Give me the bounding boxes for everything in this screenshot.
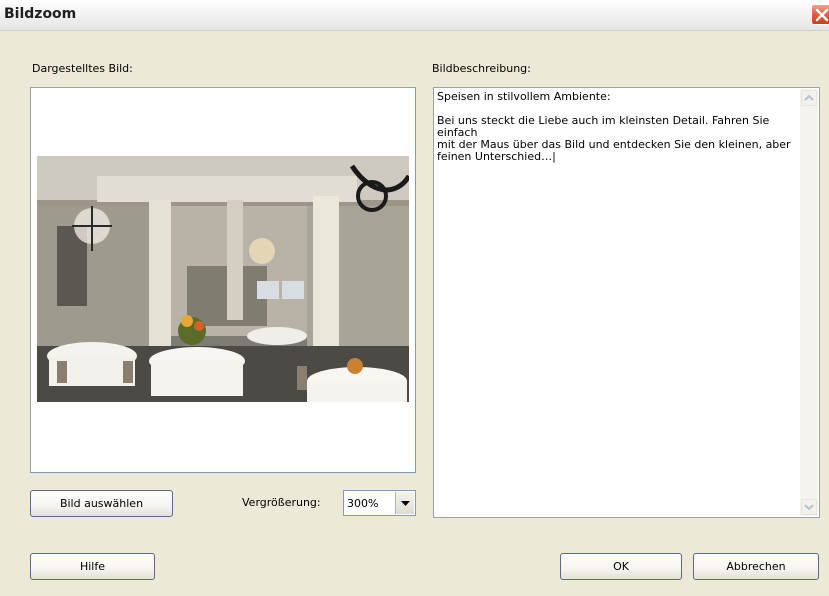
zoom-label: Vergrößerung: bbox=[242, 496, 321, 509]
cancel-button[interactable]: Abbrechen bbox=[693, 553, 819, 580]
scroll-up-button[interactable] bbox=[801, 90, 817, 106]
help-button[interactable]: Hilfe bbox=[30, 553, 155, 580]
zoom-value: 300% bbox=[347, 497, 379, 510]
title-bar: Bildzoom bbox=[0, 0, 829, 31]
scroll-down-icon bbox=[804, 504, 814, 511]
scroll-up-icon bbox=[804, 94, 814, 101]
description-text: Speisen in stilvollem Ambiente: Bei uns … bbox=[437, 90, 791, 163]
description-label: Bildbeschreibung: bbox=[432, 62, 531, 75]
close-button[interactable] bbox=[811, 4, 829, 25]
choose-image-button[interactable]: Bild auswählen bbox=[30, 490, 173, 517]
zoom-select[interactable]: 300% bbox=[343, 490, 416, 516]
scroll-down-button[interactable] bbox=[801, 499, 817, 515]
chevron-down-icon bbox=[401, 501, 410, 506]
image-label: Dargestelltes Bild: bbox=[32, 62, 133, 75]
ok-button[interactable]: OK bbox=[560, 553, 682, 580]
description-textarea[interactable]: Speisen in stilvollem Ambiente: Bei uns … bbox=[433, 87, 820, 518]
window-title: Bildzoom bbox=[4, 6, 77, 22]
image-preview-panel[interactable] bbox=[30, 87, 416, 473]
close-icon bbox=[815, 8, 829, 22]
restaurant-photo bbox=[37, 156, 409, 402]
description-scrollbar[interactable] bbox=[800, 89, 818, 516]
zoom-dropdown-button[interactable] bbox=[395, 492, 414, 514]
